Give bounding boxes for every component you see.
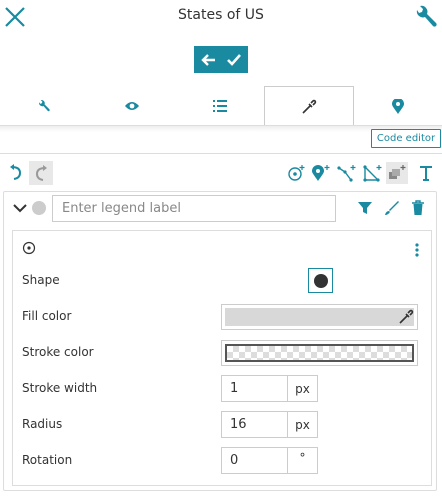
text-icon: [420, 166, 432, 181]
filter-button[interactable]: [357, 200, 373, 216]
legend-label-input[interactable]: [52, 195, 336, 222]
stroke-width-label: Stroke width: [22, 381, 98, 395]
chevron-down-icon: [13, 204, 27, 213]
stroke-color-label: Stroke color: [22, 345, 94, 359]
radius-unit: px: [287, 411, 318, 438]
code-editor-button[interactable]: Code editor: [371, 129, 441, 148]
marker-plus-icon: [312, 165, 330, 181]
undo-icon: [10, 164, 22, 180]
wrench-icon: [39, 99, 50, 112]
undo-button[interactable]: [6, 162, 26, 182]
page-title: States of US: [178, 7, 264, 23]
circle-shape-icon: [313, 273, 328, 288]
wrench-icon: [416, 5, 437, 27]
stroke-color-picker[interactable]: [221, 340, 418, 366]
tab-preview[interactable]: [88, 86, 176, 126]
stroke-width-unit: px: [287, 375, 318, 402]
trash-icon: [412, 200, 424, 215]
more-vertical-icon: [415, 243, 419, 257]
more-options-button[interactable]: [412, 242, 422, 258]
polygon-plus-icon: [363, 165, 382, 182]
fill-color-label: Fill color: [22, 309, 72, 323]
add-point-button[interactable]: [286, 162, 308, 184]
check-icon: [227, 53, 241, 66]
add-marker-button[interactable]: [310, 162, 332, 184]
divider: [0, 153, 442, 154]
radius-label: Radius: [22, 417, 63, 431]
action-button-group: [194, 46, 248, 73]
add-text-button[interactable]: [415, 162, 437, 184]
map-marker-icon: [392, 98, 404, 114]
confirm-button[interactable]: [224, 50, 244, 70]
tab-bar: [0, 86, 442, 126]
tab-style[interactable]: [264, 86, 354, 126]
layers-plus-icon: [389, 165, 406, 179]
delete-button[interactable]: [411, 200, 427, 216]
rotation-label: Rotation: [22, 453, 73, 467]
point-plus-icon: [288, 165, 305, 181]
settings-button[interactable]: [413, 4, 439, 30]
rotation-unit: °: [287, 447, 318, 474]
rotation-input[interactable]: [221, 447, 288, 474]
add-cluster-button[interactable]: [386, 162, 408, 184]
eye-icon: [125, 102, 139, 110]
stroke-color-swatch: [225, 344, 414, 362]
stroke-width-input[interactable]: [221, 375, 288, 402]
point-icon: [22, 241, 36, 255]
arrow-left-icon: [201, 53, 215, 66]
back-button[interactable]: [198, 50, 218, 70]
eyedropper-icon: [302, 99, 317, 114]
add-line-button[interactable]: [336, 162, 358, 184]
polyline-plus-icon: [337, 165, 356, 182]
tab-list[interactable]: [176, 86, 264, 126]
list-icon: [213, 100, 227, 112]
redo-button[interactable]: [29, 161, 53, 185]
shape-selector[interactable]: [308, 268, 333, 293]
radius-input[interactable]: [221, 411, 288, 438]
tab-settings[interactable]: [0, 86, 88, 126]
brush-icon: [385, 201, 399, 215]
shape-label: Shape: [22, 273, 60, 287]
redo-icon: [35, 165, 47, 181]
layer-color-dot[interactable]: [32, 201, 46, 215]
fill-color-swatch: [225, 308, 414, 326]
add-polygon-button[interactable]: [362, 162, 384, 184]
tab-location[interactable]: [354, 86, 442, 126]
collapse-button[interactable]: [12, 200, 28, 216]
fill-color-picker[interactable]: [221, 304, 418, 330]
eyedropper-icon: [399, 309, 414, 324]
filter-icon: [358, 202, 372, 214]
edit-style-button[interactable]: [384, 200, 400, 216]
